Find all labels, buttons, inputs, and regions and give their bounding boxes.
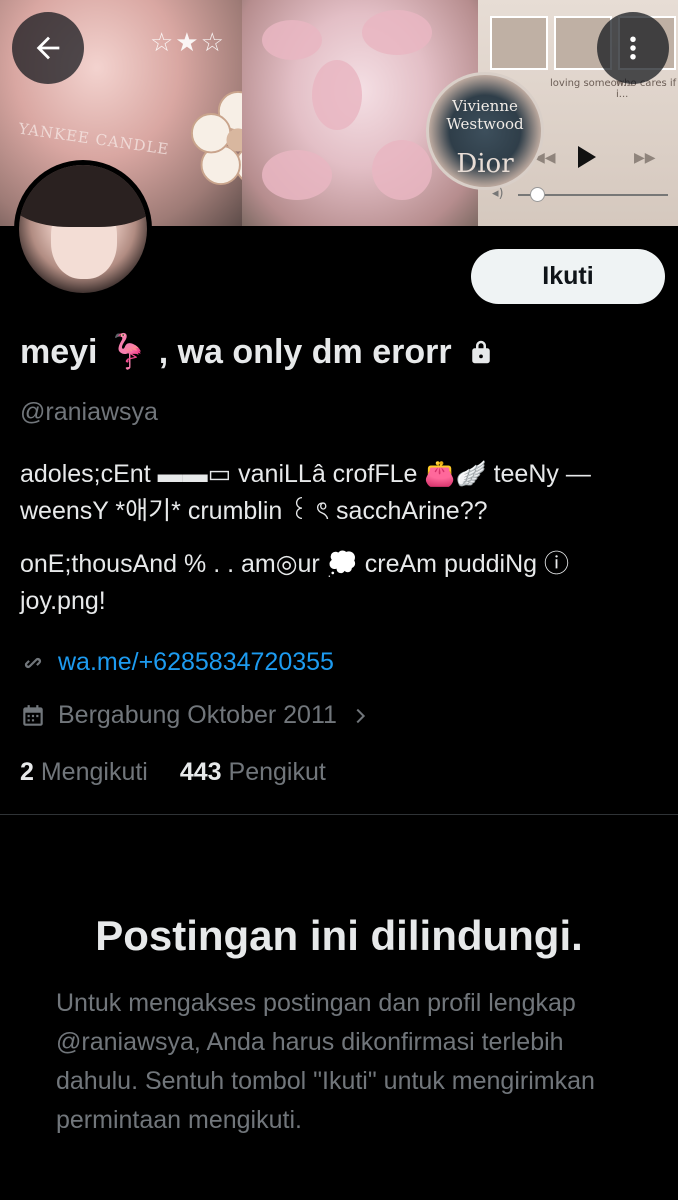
link-icon	[24, 657, 42, 668]
protected-title: Postingan ini dilindungi.	[95, 912, 583, 959]
following-stat[interactable]: 2 Mengikuti	[20, 758, 148, 787]
display-name-row: meyi 🦩 , wa only dm erorr	[20, 332, 496, 372]
handle: @raniawsya	[20, 398, 158, 426]
avatar[interactable]	[14, 160, 152, 298]
back-button[interactable]	[12, 12, 84, 84]
bio-line-1: adoles;cEnt ▬▬▭ vaniLLâ crofFLe 👛🪽 teeNy…	[20, 460, 591, 525]
followers-stat[interactable]: 443 Pengikut	[180, 758, 326, 787]
play-icon	[578, 146, 596, 168]
divider	[0, 814, 678, 815]
lock-icon	[471, 340, 490, 364]
follow-stats: 2 Mengikuti 443 Pengikut	[20, 758, 326, 787]
star-decoration: ☆★☆	[150, 28, 226, 58]
vivienne-westwood-logo: Vivienne Westwood Dior	[426, 72, 544, 190]
joined-row[interactable]: Bergabung Oktober 2011	[20, 701, 371, 730]
next-icon: ▶▶	[634, 150, 656, 166]
follow-button[interactable]: Ikuti	[471, 249, 665, 304]
display-name: meyi 🦩 , wa only dm erorr	[20, 333, 452, 371]
calendar-icon	[23, 704, 43, 726]
volume-slider-knob	[530, 187, 545, 202]
profile-link[interactable]: wa.me/+6285834720355	[58, 648, 334, 677]
candle-label: YANKEE CANDLE	[17, 119, 171, 159]
protected-body: Untuk mengakses postingan dan profil len…	[56, 989, 595, 1134]
bio-line-2: onE;thousAnd % . . am◎ur 💭 creAm puddiNg…	[20, 550, 570, 615]
more-options-button[interactable]	[597, 12, 669, 84]
chevron-right-icon	[356, 708, 365, 723]
joined-date: Bergabung Oktober 2011	[58, 701, 337, 729]
profile-link-row: wa.me/+6285834720355	[20, 648, 334, 677]
vertical-dots-icon	[630, 36, 636, 60]
arrow-left-icon	[36, 36, 60, 60]
